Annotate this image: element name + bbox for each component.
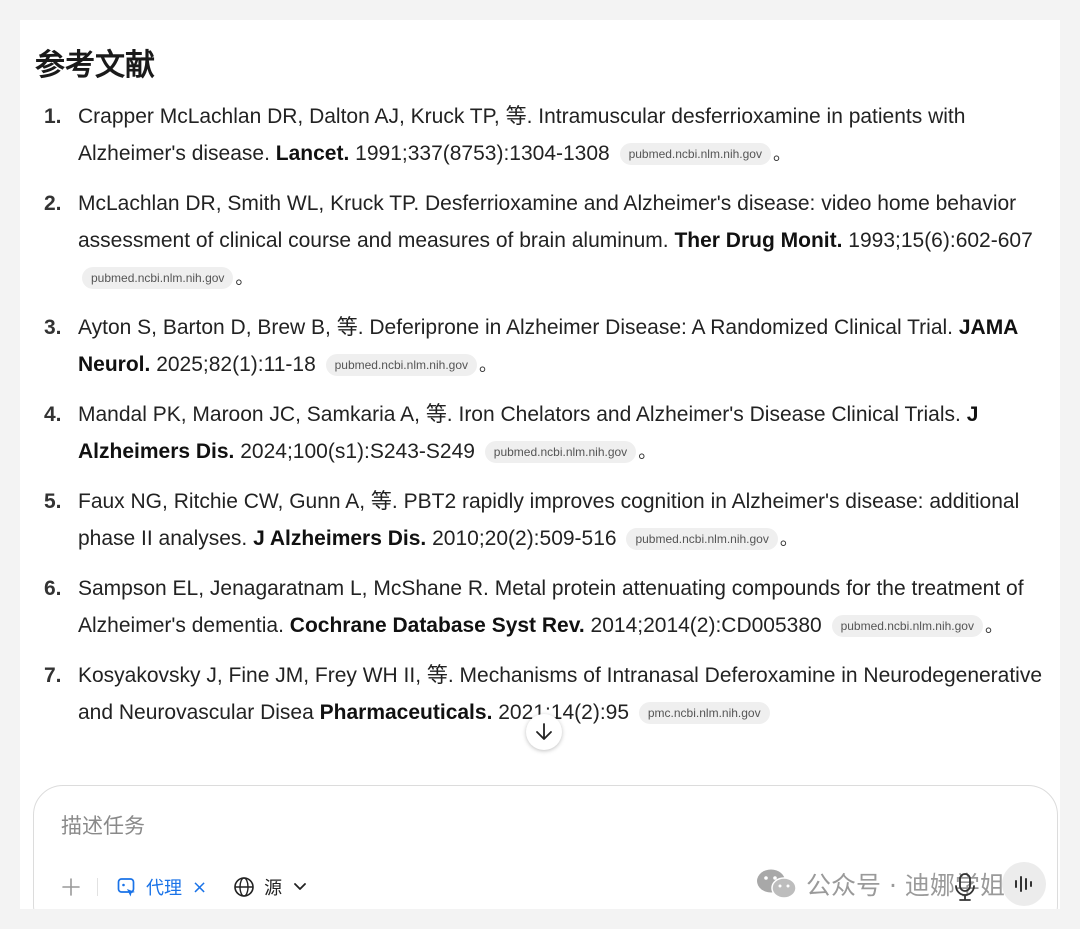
citation: 2014;2014(2):CD005380	[590, 614, 822, 637]
reference-item: 3. Ayton S, Barton D, Brew B, 等. Deferip…	[20, 309, 1060, 384]
reference-item: 1. Crapper McLachlan DR, Dalton AJ, Kruc…	[20, 98, 1060, 173]
reference-item: 2. McLachlan DR, Smith WL, Kruck TP. Des…	[20, 185, 1060, 297]
reference-number: 3.	[44, 316, 62, 339]
citation: 2025;82(1):11-18	[156, 353, 316, 376]
reference-text: Mandal PK, Maroon JC, Samkaria A, 等. Iro…	[78, 403, 961, 426]
arrow-down-icon	[536, 723, 552, 740]
source-chip[interactable]: pubmed.ncbi.nlm.nih.gov	[626, 528, 778, 550]
scroll-to-bottom-button[interactable]	[526, 714, 562, 750]
reference-number: 5.	[44, 490, 62, 513]
citation: 2021;14(2):95	[498, 701, 630, 724]
close-icon[interactable]: ×	[192, 877, 207, 898]
plus-icon[interactable]	[61, 877, 81, 897]
reference-number: 7.	[44, 664, 62, 687]
end-punctuation: 。	[984, 616, 1003, 636]
page-title: 参考文献	[35, 48, 155, 83]
citation: 2024;100(s1):S243-S249	[240, 440, 475, 463]
citation: 1993;15(6):602-607	[848, 229, 1033, 252]
reference-number: 2.	[44, 192, 62, 215]
wechat-icon	[757, 869, 797, 899]
journal-name: Lancet.	[275, 142, 350, 165]
reference-list: 1. Crapper McLachlan DR, Dalton AJ, Kruc…	[20, 98, 1060, 744]
journal-name: J Alzheimers Dis.	[253, 527, 427, 550]
source-selector[interactable]: 源	[233, 874, 307, 900]
globe-icon	[234, 877, 254, 897]
composer-toolbar: 代理 × 源	[61, 872, 307, 902]
agent-chip[interactable]: 代理 ×	[116, 874, 207, 900]
toolbar-divider	[97, 878, 98, 896]
task-input[interactable]: 描述任务	[61, 810, 145, 840]
citation: 1991;337(8753):1304-1308	[355, 142, 610, 165]
reference-number: 4.	[44, 403, 62, 426]
journal-name: Ther Drug Monit.	[674, 229, 843, 252]
voice-wave-icon	[1015, 876, 1032, 892]
chevron-down-icon	[294, 883, 306, 890]
journal-name: Cochrane Database Syst Rev.	[289, 614, 585, 637]
source-chip[interactable]: pubmed.ncbi.nlm.nih.gov	[619, 143, 771, 165]
mic-icon[interactable]	[952, 872, 978, 902]
journal-name: Pharmaceuticals.	[319, 701, 493, 724]
voice-button[interactable]	[1002, 862, 1046, 906]
source-chip[interactable]: pmc.ncbi.nlm.nih.gov	[638, 702, 770, 724]
reference-text: Ayton S, Barton D, Brew B, 等. Deferipron…	[78, 316, 953, 339]
source-label: 源	[264, 878, 283, 899]
source-chip[interactable]: pubmed.ncbi.nlm.nih.gov	[82, 267, 234, 289]
reference-item: 4. Mandal PK, Maroon JC, Samkaria A, 等. …	[20, 396, 1060, 471]
end-punctuation: 。	[638, 442, 657, 462]
references-panel: 参考文献 1. Crapper McLachlan DR, Dalton AJ,…	[20, 20, 1060, 909]
source-chip[interactable]: pubmed.ncbi.nlm.nih.gov	[325, 354, 478, 376]
citation: 2010;20(2):509-516	[432, 527, 617, 550]
end-punctuation: 。	[779, 529, 798, 549]
reference-number: 6.	[44, 577, 62, 600]
agent-icon	[117, 878, 135, 897]
reference-item: 6. Sampson EL, Jenagaratnam L, McShane R…	[20, 570, 1060, 645]
source-chip[interactable]: pubmed.ncbi.nlm.nih.gov	[484, 441, 637, 463]
agent-label: 代理	[146, 878, 182, 899]
reference-item: 5. Faux NG, Ritchie CW, Gunn A, 等. PBT2 …	[20, 483, 1060, 558]
source-chip[interactable]: pubmed.ncbi.nlm.nih.gov	[831, 615, 983, 637]
end-punctuation: 。	[772, 144, 791, 164]
reference-number: 1.	[44, 105, 62, 128]
end-punctuation: 。	[235, 268, 254, 288]
end-punctuation: 。	[479, 355, 498, 375]
